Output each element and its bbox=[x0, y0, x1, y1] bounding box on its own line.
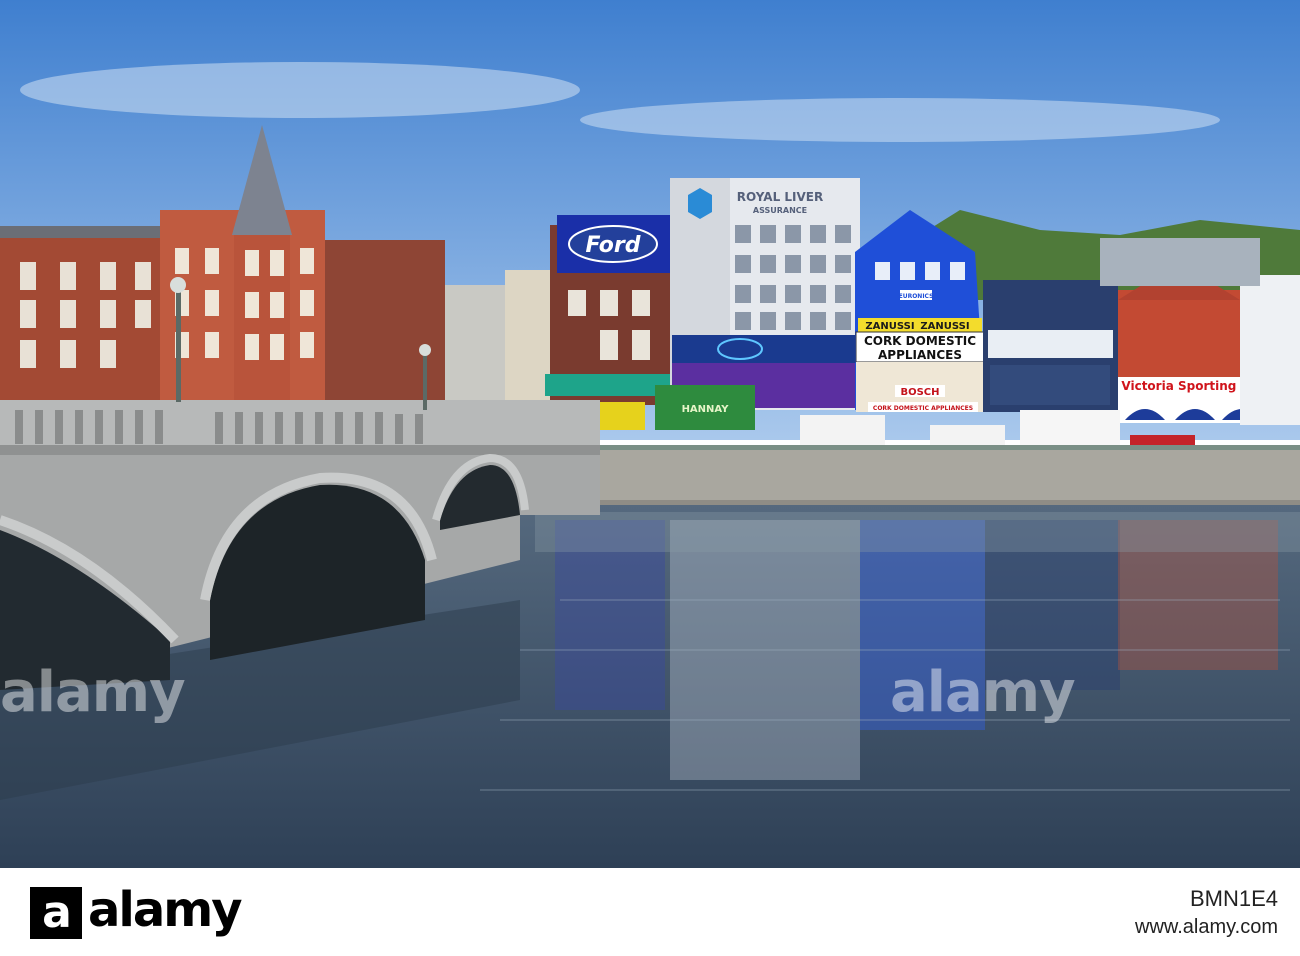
photo: Ford ROYAL LIVER ASSURANCE EURONICS ZANU… bbox=[0, 0, 1300, 868]
cork-domestic-sign-lower: CORK DOMESTIC APPLIANCES bbox=[873, 405, 973, 412]
roof-slate bbox=[0, 226, 160, 238]
lamp-post-2 bbox=[423, 355, 427, 410]
footer-bar: a alamy BMN1E4 www.alamy.com bbox=[0, 868, 1300, 956]
alamy-logo: a alamy bbox=[30, 882, 243, 939]
ford-sign: Ford bbox=[585, 233, 640, 258]
yellow-van bbox=[600, 402, 645, 430]
assurance-sign: ASSURANCE bbox=[753, 206, 807, 215]
royal-liver-sign: ROYAL LIVER bbox=[737, 190, 824, 204]
river-scene: Ford ROYAL LIVER ASSURANCE EURONICS ZANU… bbox=[0, 0, 1300, 868]
cloud bbox=[20, 62, 580, 118]
watermark: alamy bbox=[890, 660, 1076, 725]
appliances-sign: APPLIANCES bbox=[878, 348, 962, 362]
o2-banner bbox=[672, 335, 858, 363]
zanussi-sign-2: ZANUSSI bbox=[920, 321, 969, 332]
lamp-post bbox=[176, 290, 181, 402]
cork-domestic-sign: CORK DOMESTIC bbox=[864, 334, 976, 348]
zanussi-sign-1: ZANUSSI bbox=[865, 321, 914, 332]
alamy-logo-text: alamy bbox=[88, 882, 243, 938]
office-block bbox=[1100, 238, 1260, 286]
cloud bbox=[580, 98, 1220, 142]
white-truck bbox=[1020, 410, 1120, 450]
site-url: www.alamy.com bbox=[1135, 916, 1278, 938]
green-shop-sign bbox=[545, 374, 670, 396]
watermark-left: alamy bbox=[0, 660, 186, 725]
footer-info: BMN1E4 www.alamy.com bbox=[1135, 886, 1278, 939]
hannay-sign: HANNAY bbox=[682, 404, 730, 415]
building-grey bbox=[445, 285, 505, 405]
reflection-quay bbox=[535, 512, 1300, 552]
image-id: BMN1E4 bbox=[1189, 886, 1278, 911]
bridge-balusters bbox=[15, 410, 423, 444]
euronics-sign: EURONICS bbox=[899, 293, 934, 300]
bosch-sign: BOSCH bbox=[900, 387, 939, 398]
alamy-a-icon: a bbox=[30, 887, 82, 939]
right-white-building bbox=[1240, 275, 1300, 425]
